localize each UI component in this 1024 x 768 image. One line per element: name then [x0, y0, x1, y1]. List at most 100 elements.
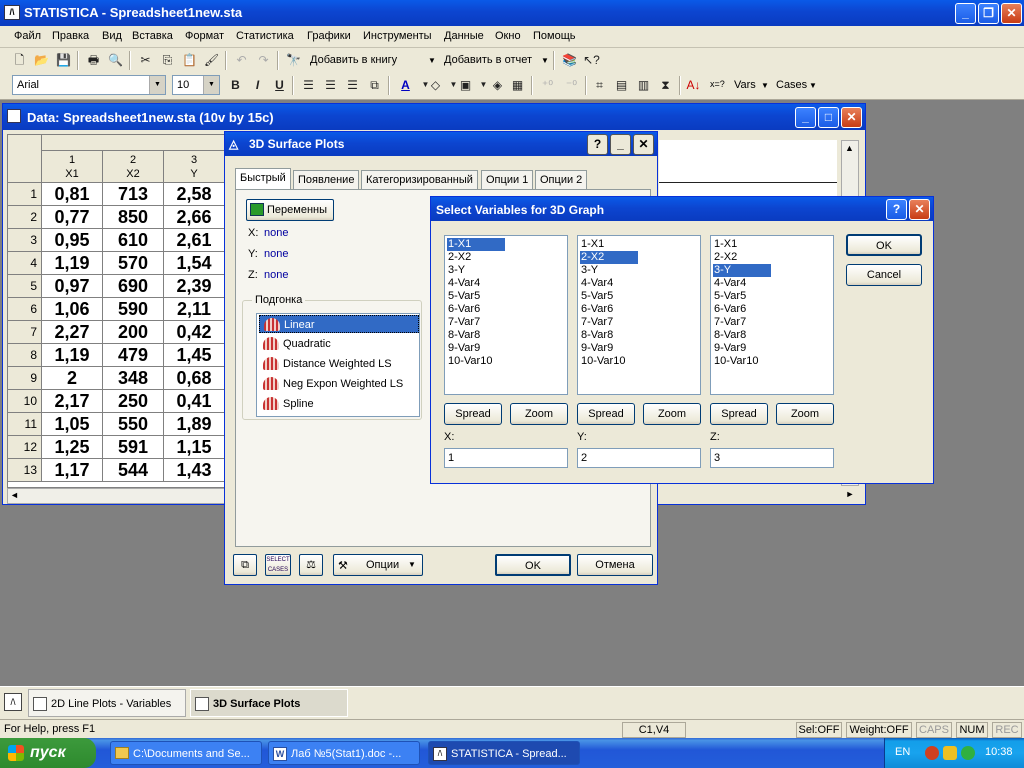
italic-button[interactable]: I	[248, 76, 267, 94]
row-header[interactable]: 1	[8, 183, 42, 206]
align-center-icon[interactable]: ☰	[321, 76, 340, 94]
paste-icon[interactable]: 📋	[180, 51, 199, 69]
cases-icon[interactable]: ⧗	[656, 76, 675, 94]
data-cell[interactable]: 2,39	[164, 275, 224, 298]
data-cell[interactable]: 1,19	[42, 252, 103, 275]
tab-3d-surface-plots[interactable]: 3D Surface Plots	[190, 689, 348, 717]
variable-list-item[interactable]: 6-Var6	[713, 303, 831, 316]
font-combo[interactable]: Arial ▼	[12, 75, 166, 95]
minimize-icon[interactable]: _	[610, 134, 631, 155]
spread-button-x[interactable]: Spread	[444, 403, 502, 425]
data-cell[interactable]: 348	[103, 367, 164, 390]
variable-list-item[interactable]: 8-Var8	[447, 329, 565, 342]
variable-list-item[interactable]: 4-Var4	[580, 277, 698, 290]
help-cursor-icon[interactable]: ↖?	[582, 51, 601, 69]
restore-icon[interactable]: ❐	[978, 3, 999, 24]
data-cell[interactable]: 2,27	[42, 321, 103, 344]
data-cell[interactable]: 0,95	[42, 229, 103, 252]
menu-insert[interactable]: Вставка	[132, 30, 173, 42]
fill-icon[interactable]: ◈	[488, 76, 507, 94]
variable-list-item[interactable]: 2-X2	[447, 251, 565, 264]
row-header[interactable]: 11	[8, 413, 42, 436]
column-header[interactable]: 3Y	[164, 151, 224, 183]
data-cell[interactable]: 850	[103, 206, 164, 229]
help-button[interactable]: ?	[587, 134, 608, 155]
save-icon[interactable]: 💾	[54, 51, 73, 69]
menu-format[interactable]: Формат	[185, 30, 224, 42]
variable-list-y[interactable]: 1-X1 2-X2 3-Y 4-Var4 5-Var5 6-Var6 7-Var7 8-Var…	[577, 235, 701, 395]
data-cell[interactable]: 1,43	[164, 459, 224, 482]
data-cell[interactable]: 250	[103, 390, 164, 413]
close-icon[interactable]: ✕	[841, 107, 862, 128]
undo-icon[interactable]: ↶	[232, 51, 251, 69]
data-cell[interactable]: 0,77	[42, 206, 103, 229]
fill-color-icon[interactable]: ◇	[426, 76, 445, 94]
close-icon[interactable]: ✕	[1001, 3, 1022, 24]
merge-icon[interactable]: ⧉	[365, 76, 384, 94]
chevron-down-icon[interactable]: ▼	[149, 76, 165, 94]
variable-list-item[interactable]: 7-Var7	[713, 316, 831, 329]
row-header[interactable]: 12	[8, 436, 42, 459]
data-cell[interactable]: 0,42	[164, 321, 224, 344]
tab-2d-line-plots[interactable]: 2D Line Plots - Variables	[28, 689, 186, 717]
column-header[interactable]: 1 X1	[42, 151, 103, 183]
decimal-decrease-icon[interactable]: ⁻⁰	[562, 76, 581, 94]
variable-list-item[interactable]: 1-X1	[713, 238, 831, 251]
data-cell[interactable]: 570	[103, 252, 164, 275]
variable-list-item[interactable]: 5-Var5	[580, 290, 698, 303]
add-to-report-button[interactable]: Добавить в отчет	[444, 54, 532, 66]
task-word-doc[interactable]: W Лаб №5(Stat1).doc -...	[268, 741, 420, 765]
start-button[interactable]: пуск	[0, 738, 96, 768]
row-header[interactable]: 13	[8, 459, 42, 482]
data-cell[interactable]: 1,19	[42, 344, 103, 367]
data-cell[interactable]: 0,81	[42, 183, 103, 206]
variable-list-x[interactable]: 1-X1 2-X2 3-Y 4-Var4 5-Var5 6-Var6 7-Var7 8-Var…	[444, 235, 568, 395]
variable-list-item[interactable]: 9-Var9	[447, 342, 565, 355]
cancel-button[interactable]: Cancel	[846, 264, 922, 286]
y-variable-input[interactable]: 2	[577, 448, 701, 468]
network-icon[interactable]	[961, 746, 975, 760]
data-cell[interactable]: 2,17	[42, 390, 103, 413]
fit-item-linear[interactable]: Linear	[259, 315, 419, 333]
tab-options2[interactable]: Опции 2	[535, 170, 588, 190]
cancel-button[interactable]: Отмена	[577, 554, 653, 576]
row-header[interactable]: 7	[8, 321, 42, 344]
chevron-down-icon[interactable]: ▼	[203, 76, 219, 94]
close-icon[interactable]: ✕	[909, 199, 930, 220]
maximize-icon[interactable]: □	[818, 107, 839, 128]
variable-list-item[interactable]: 7-Var7	[580, 316, 698, 329]
task-explorer[interactable]: C:\Documents and Se...	[110, 741, 262, 765]
variable-list-item[interactable]: 3-Y	[447, 264, 565, 277]
variable-list-item[interactable]: 9-Var9	[580, 342, 698, 355]
shield-icon[interactable]	[943, 746, 957, 760]
align-left-icon[interactable]: ☰	[299, 76, 318, 94]
data-cell[interactable]: 690	[103, 275, 164, 298]
data-cell[interactable]: 2,11	[164, 298, 224, 321]
variable-list-item[interactable]: 4-Var4	[713, 277, 831, 290]
row-header[interactable]: 3	[8, 229, 42, 252]
variable-list-item[interactable]: 2-X2	[713, 251, 831, 264]
ok-button[interactable]: OK	[846, 234, 922, 256]
scroll-right-icon[interactable]: ►	[841, 486, 859, 502]
data-cell[interactable]: 550	[103, 413, 164, 436]
data-cell[interactable]: 1,25	[42, 436, 103, 459]
variable-list-item[interactable]: 8-Var8	[713, 329, 831, 342]
menu-graphs[interactable]: Графики	[307, 30, 351, 42]
language-indicator[interactable]: EN	[895, 746, 910, 758]
vars-add-icon[interactable]: ▥	[634, 76, 653, 94]
data-cell[interactable]: 1,15	[164, 436, 224, 459]
fit-item-neg-expon[interactable]: Neg Expon Weighted LS	[259, 375, 419, 393]
variable-list-item[interactable]: 10-Var10	[447, 355, 565, 368]
menu-file[interactable]: Файл	[14, 30, 41, 42]
data-cell[interactable]: 1,45	[164, 344, 224, 367]
book-icon[interactable]: 📚	[560, 51, 579, 69]
menu-data[interactable]: Данные	[444, 30, 484, 42]
variable-list-item[interactable]: 1-X1	[580, 238, 698, 251]
data-cell[interactable]: 610	[103, 229, 164, 252]
task-statistica[interactable]: /\ STATISTICA - Spread...	[428, 741, 580, 765]
data-cell[interactable]: 544	[103, 459, 164, 482]
minimize-icon[interactable]: _	[795, 107, 816, 128]
data-cell[interactable]: 2,61	[164, 229, 224, 252]
spreadsheet-grid[interactable]: 1 X1 2 X2 3 Y 1 0,81 713 2,58 2 0,77 850 2,66 3 0,95 61…	[7, 134, 225, 488]
align-right-icon[interactable]: ☰	[343, 76, 362, 94]
